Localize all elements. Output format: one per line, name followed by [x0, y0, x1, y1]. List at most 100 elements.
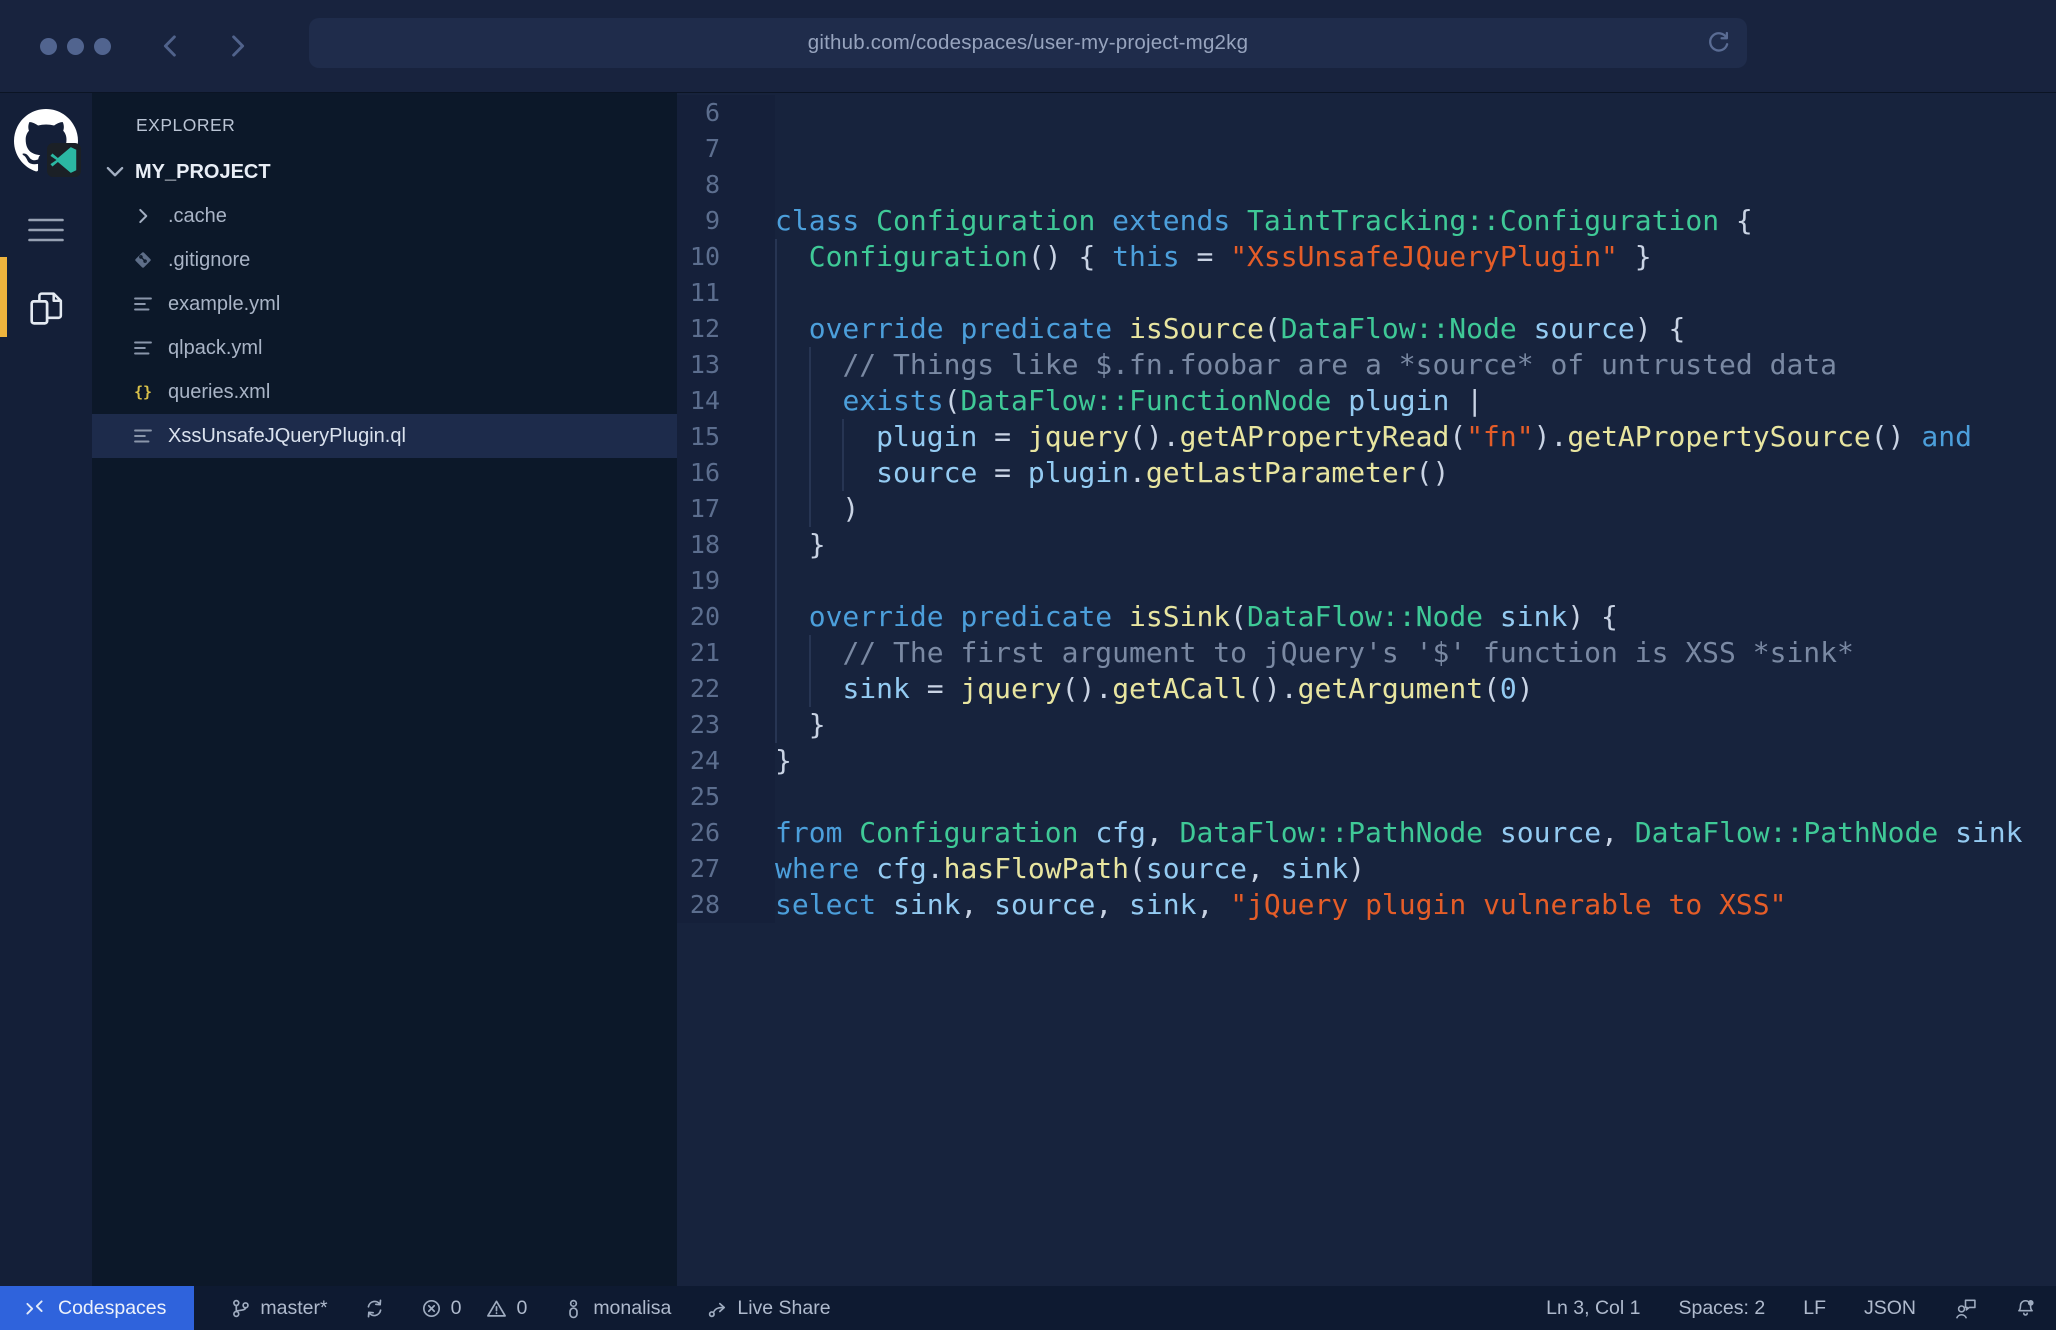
indent-guide: [842, 455, 844, 491]
file-label: example.yml: [168, 293, 280, 316]
indent-guide: [775, 275, 777, 311]
line-number: 9: [677, 203, 775, 239]
code-line-text: override predicate isSource(DataFlow::No…: [775, 311, 2056, 347]
file-label: qlpack.yml: [168, 337, 262, 360]
code-line-text: // Things like $.fn.foobar are a *source…: [775, 347, 2056, 383]
address-bar[interactable]: github.com/codespaces/user-my-project-mg…: [309, 18, 1747, 68]
github-avatar[interactable]: [14, 109, 78, 173]
indent-guide: [775, 527, 777, 563]
list-icon: [130, 337, 156, 359]
feedback-icon: [1954, 1298, 1977, 1319]
list-icon: [130, 425, 156, 447]
code-line-24[interactable]: 24}: [677, 743, 2056, 779]
code-line-27[interactable]: 27where cfg.hasFlowPath(source, sink): [677, 851, 2056, 887]
file-item-example-yml[interactable]: example.yml: [92, 282, 677, 326]
code-line-text: source = plugin.getLastParameter(): [775, 455, 2056, 491]
status-indentation-label: Spaces: 2: [1678, 1297, 1765, 1320]
status-problems[interactable]: 00: [421, 1297, 528, 1320]
status-language-mode[interactable]: JSON: [1864, 1297, 1916, 1320]
status-sync[interactable]: [364, 1298, 385, 1319]
line-number: 6: [677, 95, 775, 131]
back-button[interactable]: [157, 32, 185, 60]
code-line-9[interactable]: 9class Configuration extends TaintTracki…: [677, 203, 2056, 239]
list-icon: [130, 293, 156, 315]
code-line-12[interactable]: 12 override predicate isSource(DataFlow:…: [677, 311, 2056, 347]
indent-guide: [775, 311, 777, 347]
file-item-qlpack-yml[interactable]: qlpack.yml: [92, 326, 677, 370]
status-account-label: monalisa: [593, 1297, 671, 1320]
code-line-text: [775, 167, 2056, 203]
status-problems-label2: 0: [516, 1297, 527, 1320]
file-item--gitignore[interactable]: .gitignore: [92, 238, 677, 282]
chevron-right-icon: [130, 205, 156, 227]
chevron-down-icon: [102, 161, 128, 183]
code-line-14[interactable]: 14 exists(DataFlow::FunctionNode plugin …: [677, 383, 2056, 419]
line-number: 17: [677, 491, 775, 527]
code-line-10[interactable]: 10 Configuration() { this = "XssUnsafeJQ…: [677, 239, 2056, 275]
browser-bar: github.com/codespaces/user-my-project-mg…: [0, 0, 2056, 93]
forward-button[interactable]: [223, 32, 251, 60]
indent-guide: [775, 707, 777, 743]
code-line-20[interactable]: 20 override predicate isSink(DataFlow::N…: [677, 599, 2056, 635]
status-notifications[interactable]: [2015, 1298, 2036, 1319]
vscode-logo-icon: [47, 143, 81, 177]
status-git-branch[interactable]: master*: [230, 1297, 327, 1320]
code-line-text: }: [775, 707, 2056, 743]
status-account[interactable]: monalisa: [563, 1297, 671, 1320]
code-line-text: where cfg.hasFlowPath(source, sink): [775, 851, 2056, 887]
indent-guide: [809, 671, 811, 707]
explorer-title: EXPLORER: [136, 115, 677, 136]
code-line-15[interactable]: 15 plugin = jquery().getAPropertyRead("f…: [677, 419, 2056, 455]
code-line-17[interactable]: 17 ): [677, 491, 2056, 527]
code-line-28[interactable]: 28select sink, source, sink, "jQuery plu…: [677, 887, 2056, 923]
line-number: 13: [677, 347, 775, 383]
code-editor[interactable]: 6789class Configuration extends TaintTra…: [677, 93, 2056, 1286]
file-label: .cache: [168, 205, 227, 228]
line-number: 11: [677, 275, 775, 311]
line-number: 25: [677, 779, 775, 815]
code-line-16[interactable]: 16 source = plugin.getLastParameter(): [677, 455, 2056, 491]
status-cursor-position[interactable]: Ln 3, Col 1: [1546, 1297, 1640, 1320]
braces-icon: {}: [130, 381, 156, 403]
traffic-light-zoom[interactable]: [94, 38, 111, 55]
status-bar-right: Ln 3, Col 1 Spaces: 2 LF JSON: [1546, 1297, 2056, 1320]
file-item-xssunsafejqueryplugin-ql[interactable]: XssUnsafeJQueryPlugin.ql: [92, 414, 677, 458]
code-line-13[interactable]: 13 // Things like $.fn.foobar are a *sou…: [677, 347, 2056, 383]
traffic-light-minimize[interactable]: [67, 38, 84, 55]
sync-icon: [364, 1298, 385, 1319]
status-live-share[interactable]: Live Share: [707, 1297, 830, 1320]
status-indentation[interactable]: Spaces: 2: [1678, 1297, 1765, 1320]
code-line-23[interactable]: 23 }: [677, 707, 2056, 743]
indent-guide: [775, 239, 777, 275]
code-line-11[interactable]: 11: [677, 275, 2056, 311]
code-line-22[interactable]: 22 sink = jquery().getACall().getArgumen…: [677, 671, 2056, 707]
code-line-text: sink = jquery().getACall().getArgument(0…: [775, 671, 2056, 707]
person-icon: [563, 1298, 584, 1319]
status-feedback[interactable]: [1954, 1298, 1977, 1319]
warning-icon: [486, 1298, 507, 1319]
file-item-queries-xml[interactable]: {} queries.xml: [92, 370, 677, 414]
file-label: .gitignore: [168, 249, 250, 272]
code-line-25[interactable]: 25: [677, 779, 2056, 815]
file-label: queries.xml: [168, 381, 270, 404]
line-number: 26: [677, 815, 775, 851]
status-eol-sequence[interactable]: LF: [1803, 1297, 1826, 1320]
code-line-21[interactable]: 21 // The first argument to jQuery's '$'…: [677, 635, 2056, 671]
code-line-8[interactable]: 8: [677, 167, 2056, 203]
explorer-view-button[interactable]: [24, 287, 68, 331]
code-line-text: [775, 131, 2056, 167]
reload-button[interactable]: [1705, 30, 1732, 57]
file-item--cache[interactable]: .cache: [92, 194, 677, 238]
code-line-18[interactable]: 18 }: [677, 527, 2056, 563]
code-line-text: Configuration() { this = "XssUnsafeJQuer…: [775, 239, 2056, 275]
live-share-icon: [707, 1298, 728, 1319]
code-line-6[interactable]: 6: [677, 95, 2056, 131]
code-line-7[interactable]: 7: [677, 131, 2056, 167]
status-codespaces[interactable]: Codespaces: [0, 1286, 194, 1330]
traffic-light-close[interactable]: [40, 38, 57, 55]
code-line-text: ): [775, 491, 2056, 527]
project-root-row[interactable]: MY_PROJECT: [92, 150, 677, 194]
code-line-26[interactable]: 26from Configuration cfg, DataFlow::Path…: [677, 815, 2056, 851]
menu-button[interactable]: [28, 215, 64, 245]
code-line-19[interactable]: 19: [677, 563, 2056, 599]
